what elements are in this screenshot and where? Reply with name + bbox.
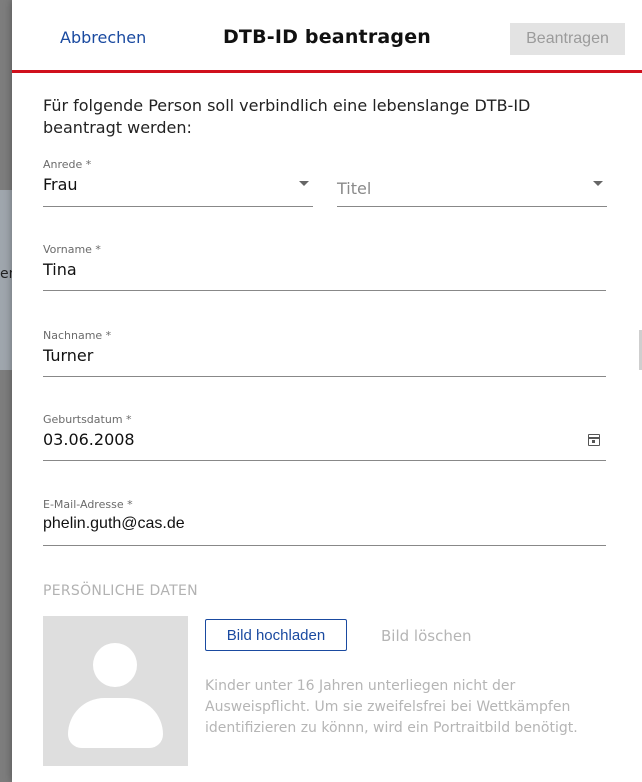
personal-data-heading: PERSÖNLICHE DATEN [43,583,198,599]
first-name-value: Tina [43,260,77,279]
calendar-icon[interactable] [588,434,600,446]
chevron-down-icon [593,181,603,186]
email-value: phelin.guth@cas.de [43,515,185,532]
email-field[interactable]: E-Mail-Adresse * phelin.guth@cas.de [43,498,606,546]
birthdate-value: 03.06.2008 [43,430,135,449]
avatar-head [93,643,137,687]
person-placeholder-icon [43,616,188,766]
salutation-select[interactable]: Anrede * Frau [43,158,313,207]
first-name-field[interactable]: Vorname * Tina [43,243,606,291]
chevron-down-icon [299,181,309,186]
dialog-header: Abbrechen DTB-ID beantragen Beantragen [12,0,642,73]
salutation-value: Frau [43,175,78,194]
upload-image-button[interactable]: Bild hochladen [205,619,347,651]
title-placeholder: Titel [337,179,372,198]
intro-text: Für folgende Person soll verbindlich ein… [43,96,531,137]
title-select[interactable]: Titel [337,158,607,207]
avatar-shoulders [68,698,163,748]
submit-button[interactable]: Beantragen [510,23,625,55]
last-name-value: Turner [43,346,94,365]
last-name-label: Nachname * [43,329,112,342]
photo-hint-text: Kinder unter 16 Jahren unterliegen nicht… [205,678,578,736]
email-label: E-Mail-Adresse * [43,498,133,511]
delete-image-button[interactable]: Bild löschen [381,627,472,645]
last-name-field[interactable]: Nachname * Turner [43,329,606,377]
salutation-label: Anrede * [43,158,92,171]
birthdate-label: Geburtsdatum * [43,413,132,426]
birthdate-field[interactable]: Geburtsdatum * 03.06.2008 [43,413,606,461]
first-name-label: Vorname * [43,243,101,256]
dtb-id-dialog: Abbrechen DTB-ID beantragen Beantragen F… [12,0,642,782]
